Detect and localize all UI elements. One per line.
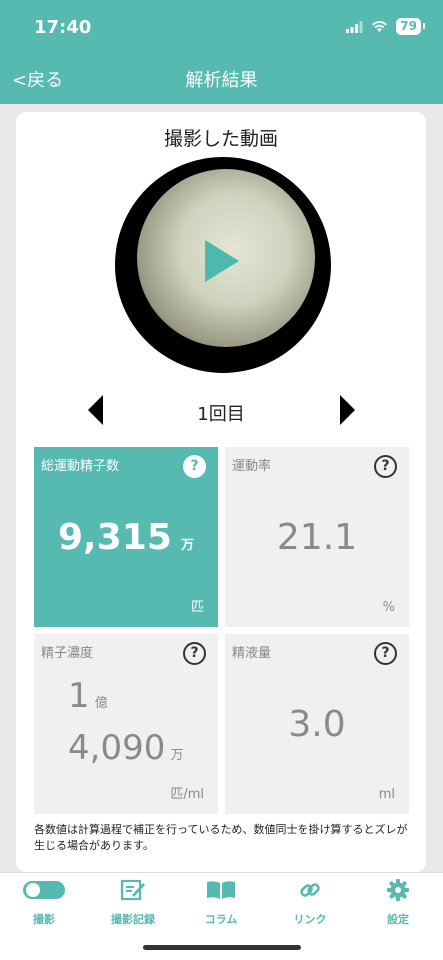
tab-capture[interactable]: 撮影: [8, 879, 80, 927]
book-icon: [207, 881, 235, 899]
metric-value: 4,090: [68, 728, 166, 768]
calculation-note: 各数値は計算過程で補正を行っているため、数値同士を掛け算するとズレが生じる場合が…: [34, 823, 408, 852]
help-icon[interactable]: ?: [374, 455, 397, 478]
metric-label: 運動率: [232, 459, 272, 474]
tab-label: 設定: [387, 913, 409, 926]
metric-unit: ml: [378, 787, 395, 802]
home-indicator: [143, 945, 301, 950]
tab-column[interactable]: コラム: [185, 879, 257, 927]
metric-volume: 精液量 ? 3.0 ml: [225, 634, 409, 814]
metric-motility-rate: 運動率 ? 21.1 %: [225, 447, 409, 627]
help-icon[interactable]: ?: [183, 642, 206, 665]
tab-records[interactable]: 撮影記録: [97, 879, 169, 927]
metric-value-unit: 億: [94, 696, 108, 711]
round-label: 1回目: [197, 404, 245, 425]
video-player[interactable]: [115, 157, 331, 373]
tab-label: コラム: [204, 913, 238, 926]
metric-value-row: 9,315 万: [34, 517, 218, 558]
battery-indicator: 79: [396, 18, 425, 35]
gear-icon: [387, 879, 409, 901]
metric-value-unit: 万: [180, 538, 194, 553]
metric-unit: 匹/ml: [170, 787, 204, 802]
help-icon[interactable]: ?: [183, 455, 206, 478]
tab-link[interactable]: リンク: [274, 879, 346, 927]
edit-record-icon: [120, 879, 145, 901]
metric-unit: %: [382, 600, 395, 615]
metric-value: 3.0: [288, 704, 346, 745]
wifi-icon: [372, 21, 388, 32]
metric-value-line2: 4,090 万: [68, 728, 183, 768]
metric-value: 1: [68, 676, 90, 716]
metric-label: 精液量: [232, 646, 272, 661]
metric-unit: 匹: [190, 600, 204, 615]
tab-settings[interactable]: 設定: [362, 879, 434, 927]
tab-label: 撮影記録: [111, 913, 155, 926]
page-title: 解析結果: [185, 70, 258, 91]
metric-value-line1: 1 億: [68, 676, 108, 716]
link-icon: [300, 883, 320, 897]
tab-label: リンク: [293, 913, 327, 926]
result-card: 撮影した動画 1回目 総運動精子数 ? 9,315 万 匹 運動率 ? 21.1…: [16, 112, 426, 872]
tab-label: 撮影: [33, 913, 55, 926]
status-icons: 79: [346, 18, 425, 35]
metric-label: 精子濃度: [41, 646, 94, 661]
next-round-button[interactable]: [340, 395, 355, 425]
status-time: 17:40: [34, 17, 92, 38]
metric-concentration: 精子濃度 ? 1 億 4,090 万 匹/ml: [34, 634, 218, 814]
play-icon[interactable]: [205, 240, 239, 282]
video-title: 撮影した動画: [163, 128, 278, 150]
camera-toggle-icon: [23, 881, 65, 899]
signal-icon: [346, 20, 363, 33]
metric-label: 総運動精子数: [41, 459, 120, 474]
metric-value: 21.1: [276, 517, 358, 558]
metric-value-unit: 万: [170, 748, 184, 763]
help-icon[interactable]: ?: [374, 642, 397, 665]
metric-total-motile: 総運動精子数 ? 9,315 万 匹: [34, 447, 218, 627]
metric-value: 9,315: [58, 517, 172, 558]
